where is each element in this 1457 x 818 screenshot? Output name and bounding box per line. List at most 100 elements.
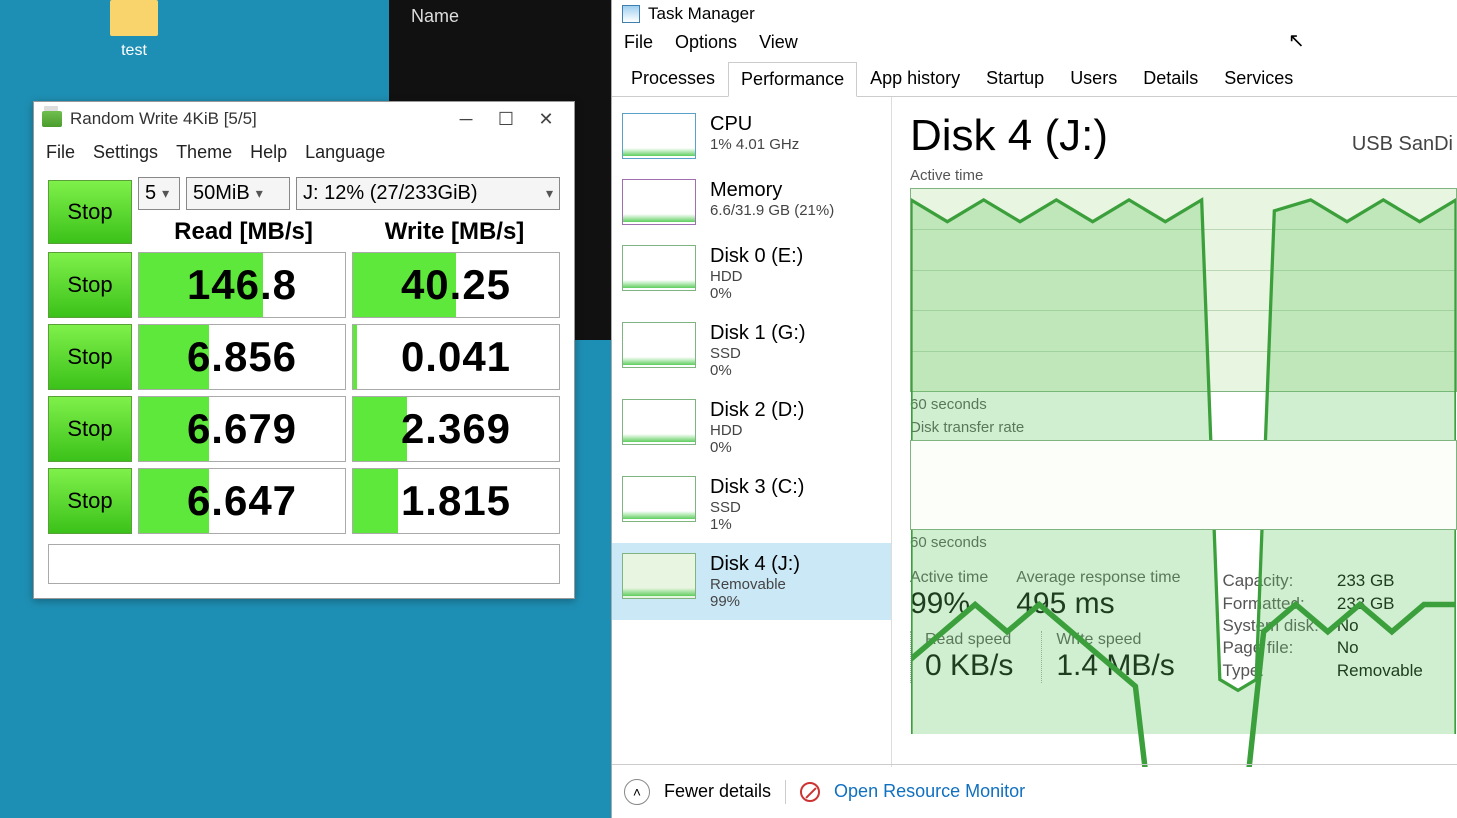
sidebar-item-title: Disk 3 (C:) xyxy=(710,476,804,499)
sidebar-thumb xyxy=(622,245,696,291)
menu-language[interactable]: Language xyxy=(305,142,385,163)
tm-sidebar[interactable]: CPU1% 4.01 GHzMemory6.6/31.9 GB (21%)Dis… xyxy=(612,97,892,767)
menu-help[interactable]: Help xyxy=(250,142,287,163)
sidebar-item-sub2: 99% xyxy=(710,593,800,610)
sidebar-item-title: Disk 2 (D:) xyxy=(710,399,804,422)
sidebar-thumb xyxy=(622,476,696,522)
folder-icon xyxy=(110,0,158,36)
task-manager-icon xyxy=(622,5,640,23)
menu-settings[interactable]: Settings xyxy=(93,142,158,163)
fewer-details-toggle[interactable]: ˄ xyxy=(624,779,650,805)
tm-tabs: ProcessesPerformanceApp historyStartupUs… xyxy=(612,61,1457,97)
sidebar-item-sub2: 1% xyxy=(710,516,804,533)
desktop-folder-test[interactable]: test xyxy=(110,0,158,60)
write-value-cell: 0.041 xyxy=(352,324,560,390)
sidebar-item-sub: HDD xyxy=(710,422,804,439)
header-read: Read [MB/s] xyxy=(138,218,349,246)
sidebar-item-sub2: 0% xyxy=(710,362,806,379)
header-write: Write [MB/s] xyxy=(349,218,560,246)
sidebar-item-sub: HDD xyxy=(710,268,803,285)
cdm-title-text: Random Write 4KiB [5/5] xyxy=(70,109,257,129)
cdm-app-icon xyxy=(42,111,62,127)
tm-footer: ˄ Fewer details Open Resource Monitor xyxy=(612,764,1457,818)
sidebar-item-title: Disk 0 (E:) xyxy=(710,245,803,268)
run-test-button[interactable]: Stop xyxy=(48,468,132,534)
sidebar-item-sub: SSD xyxy=(710,345,806,362)
chevron-down-icon: ▾ xyxy=(546,185,553,202)
close-button[interactable]: ✕ xyxy=(526,109,566,130)
sidebar-item-title: Memory xyxy=(710,179,834,202)
sidebar-item-memory[interactable]: Memory6.6/31.9 GB (21%) xyxy=(612,169,891,235)
cdm-row: Stop146.840.25 xyxy=(48,252,560,318)
sidebar-item-sub: Removable xyxy=(710,576,800,593)
write-value-cell: 40.25 xyxy=(352,252,560,318)
cdm-row: Stop6.6471.815 xyxy=(48,468,560,534)
read-value-cell: 6.679 xyxy=(138,396,346,462)
tm-menubar: File Options View xyxy=(612,28,1457,61)
tm-menu-options[interactable]: Options xyxy=(675,32,737,53)
sidebar-thumb xyxy=(622,113,696,159)
chevron-down-icon: ▾ xyxy=(256,185,263,202)
sidebar-item-sub2: 0% xyxy=(710,439,804,456)
sidebar-item-title: Disk 4 (J:) xyxy=(710,553,800,576)
run-test-button[interactable]: Stop xyxy=(48,324,132,390)
tab-details[interactable]: Details xyxy=(1130,61,1211,96)
tab-app-history[interactable]: App history xyxy=(857,61,973,96)
sidebar-thumb xyxy=(622,179,696,225)
menu-theme[interactable]: Theme xyxy=(176,142,232,163)
tab-services[interactable]: Services xyxy=(1211,61,1306,96)
tm-main-panel: Disk 4 (J:) USB SanDi Active time 60 sec… xyxy=(892,97,1457,767)
sidebar-item-disk-3-c-[interactable]: Disk 3 (C:)SSD1% xyxy=(612,466,891,543)
cdm-menubar: File Settings Theme Help Language xyxy=(34,136,574,169)
tm-titlebar[interactable]: Task Manager xyxy=(612,0,1457,28)
size-select[interactable]: 50MiB▾ xyxy=(186,177,290,210)
tab-startup[interactable]: Startup xyxy=(973,61,1057,96)
sidebar-item-disk-2-d-[interactable]: Disk 2 (D:)HDD0% xyxy=(612,389,891,466)
tm-menu-view[interactable]: View xyxy=(759,32,798,53)
sidebar-item-sub: SSD xyxy=(710,499,804,516)
runs-select[interactable]: 5▾ xyxy=(138,177,180,210)
sidebar-item-title: CPU xyxy=(710,113,799,136)
disk-model: USB SanDi xyxy=(1352,133,1453,156)
sidebar-item-title: Disk 1 (G:) xyxy=(710,322,806,345)
disk-heading: Disk 4 (J:) xyxy=(910,111,1108,161)
tab-performance[interactable]: Performance xyxy=(728,62,857,97)
sidebar-thumb xyxy=(622,399,696,445)
open-resource-monitor-link[interactable]: Open Resource Monitor xyxy=(834,781,1025,802)
chevron-down-icon: ▾ xyxy=(162,185,169,202)
cdm-row: Stop6.8560.041 xyxy=(48,324,560,390)
sidebar-item-sub: 6.6/31.9 GB (21%) xyxy=(710,202,834,219)
mouse-cursor-icon: ↖ xyxy=(1288,28,1305,53)
desktop-folder-label: test xyxy=(110,42,158,60)
run-test-button[interactable]: Stop xyxy=(48,252,132,318)
transfer-rate-chart[interactable] xyxy=(910,440,1457,530)
run-test-button[interactable]: Stop xyxy=(48,396,132,462)
chart1-label: Active time xyxy=(910,167,1457,184)
sidebar-item-sub2: 0% xyxy=(710,285,803,302)
column-header-name[interactable]: Name xyxy=(411,6,589,27)
sidebar-item-cpu[interactable]: CPU1% 4.01 GHz xyxy=(612,103,891,169)
resource-monitor-icon xyxy=(800,782,820,802)
crystaldiskmark-window: Random Write 4KiB [5/5] ─ ☐ ✕ File Setti… xyxy=(33,101,575,599)
read-value-cell: 6.647 xyxy=(138,468,346,534)
tm-title-text: Task Manager xyxy=(648,4,755,24)
drive-select[interactable]: J: 12% (27/233GiB)▾ xyxy=(296,177,560,210)
menu-file[interactable]: File xyxy=(46,142,75,163)
sidebar-thumb xyxy=(622,322,696,368)
cdm-row: Stop6.6792.369 xyxy=(48,396,560,462)
maximize-button[interactable]: ☐ xyxy=(486,109,526,130)
sidebar-item-disk-4-j-[interactable]: Disk 4 (J:)Removable99% xyxy=(612,543,891,620)
run-all-button[interactable]: Stop xyxy=(48,180,132,244)
minimize-button[interactable]: ─ xyxy=(446,109,486,130)
sidebar-item-disk-1-g-[interactable]: Disk 1 (G:)SSD0% xyxy=(612,312,891,389)
tab-users[interactable]: Users xyxy=(1057,61,1130,96)
fewer-details-label[interactable]: Fewer details xyxy=(664,781,771,802)
write-value-cell: 2.369 xyxy=(352,396,560,462)
read-value-cell: 6.856 xyxy=(138,324,346,390)
sidebar-item-disk-0-e-[interactable]: Disk 0 (E:)HDD0% xyxy=(612,235,891,312)
tm-menu-file[interactable]: File xyxy=(624,32,653,53)
cdm-titlebar[interactable]: Random Write 4KiB [5/5] ─ ☐ ✕ xyxy=(34,102,574,136)
active-time-chart[interactable] xyxy=(910,188,1457,392)
task-manager-window: Task Manager File Options View Processes… xyxy=(611,0,1457,818)
tab-processes[interactable]: Processes xyxy=(618,61,728,96)
